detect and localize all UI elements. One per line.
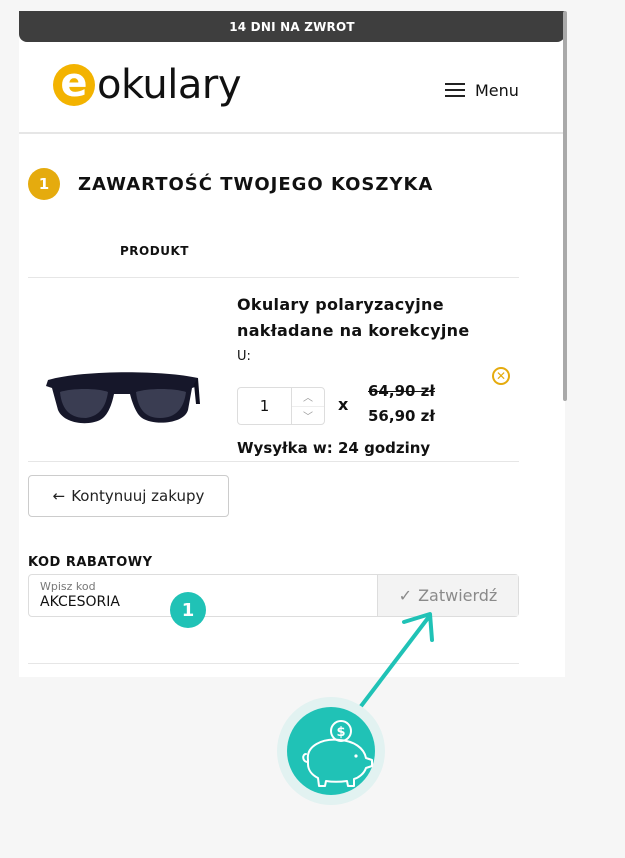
coupon-floating-label: Wpisz kod bbox=[40, 580, 96, 593]
close-icon: ✕ bbox=[495, 369, 507, 383]
product-image[interactable] bbox=[42, 352, 202, 438]
menu-button[interactable]: Menu bbox=[445, 79, 519, 101]
coupon-heading: KOD RABATOWY bbox=[28, 555, 153, 570]
apply-coupon-label: Zatwierdź bbox=[418, 586, 498, 605]
check-icon: ✓ bbox=[398, 586, 413, 605]
step-number-badge: 1 bbox=[28, 168, 60, 200]
shipping-info: Wysyłka w: 24 godziny bbox=[237, 439, 431, 457]
divider bbox=[28, 663, 519, 664]
quantity-input[interactable]: 1 bbox=[238, 388, 292, 424]
hamburger-icon bbox=[445, 79, 465, 101]
logo[interactable]: e okulary bbox=[53, 62, 242, 108]
chevron-down-icon[interactable]: ﹀ bbox=[292, 407, 324, 425]
continue-shopping-button[interactable]: ← Kontynuuj zakupy bbox=[28, 475, 229, 517]
menu-label: Menu bbox=[475, 80, 519, 100]
remove-item-button[interactable]: ✕ bbox=[492, 367, 510, 385]
arrow-left-icon: ← bbox=[52, 487, 66, 505]
cart-section-heading: 1 ZAWARTOŚĆ TWOJEGO KOSZYKA bbox=[28, 168, 433, 200]
old-price: 64,90 zł bbox=[368, 382, 435, 400]
column-header-product: PRODUKT bbox=[120, 244, 189, 258]
divider bbox=[28, 461, 519, 462]
annotation-badge bbox=[287, 707, 375, 795]
divider bbox=[28, 277, 519, 278]
promo-text: 14 DNI NA ZWROT bbox=[229, 19, 355, 34]
page-title: ZAWARTOŚĆ TWOJEGO KOSZYKA bbox=[78, 173, 434, 195]
product-variant: U: bbox=[237, 349, 251, 364]
continue-shopping-label: Kontynuuj zakupy bbox=[71, 487, 205, 505]
chevron-up-icon[interactable]: ︿ bbox=[292, 388, 324, 407]
coupon-form: Wpisz kod AKCESORIA ✓ Zatwierdź bbox=[28, 574, 519, 617]
logo-text: okulary bbox=[97, 62, 242, 108]
product-name-link[interactable]: Okulary polaryzacyjne nakładane na korek… bbox=[237, 292, 487, 344]
quantity-arrows: ︿ ﹀ bbox=[292, 388, 324, 424]
coupon-value: AKCESORIA bbox=[40, 594, 120, 610]
quantity-stepper[interactable]: 1 ︿ ﹀ bbox=[237, 387, 325, 425]
promo-bar: 14 DNI NA ZWROT bbox=[19, 11, 565, 42]
annotation-step-marker: 1 bbox=[170, 592, 206, 628]
logo-e-icon: e bbox=[53, 63, 95, 106]
scrollbar[interactable] bbox=[563, 11, 567, 401]
new-price: 56,90 zł bbox=[368, 407, 435, 425]
times-sign: x bbox=[338, 395, 349, 414]
site-header: e okulary Menu bbox=[19, 42, 565, 134]
apply-coupon-button[interactable]: ✓ Zatwierdź bbox=[378, 575, 518, 616]
